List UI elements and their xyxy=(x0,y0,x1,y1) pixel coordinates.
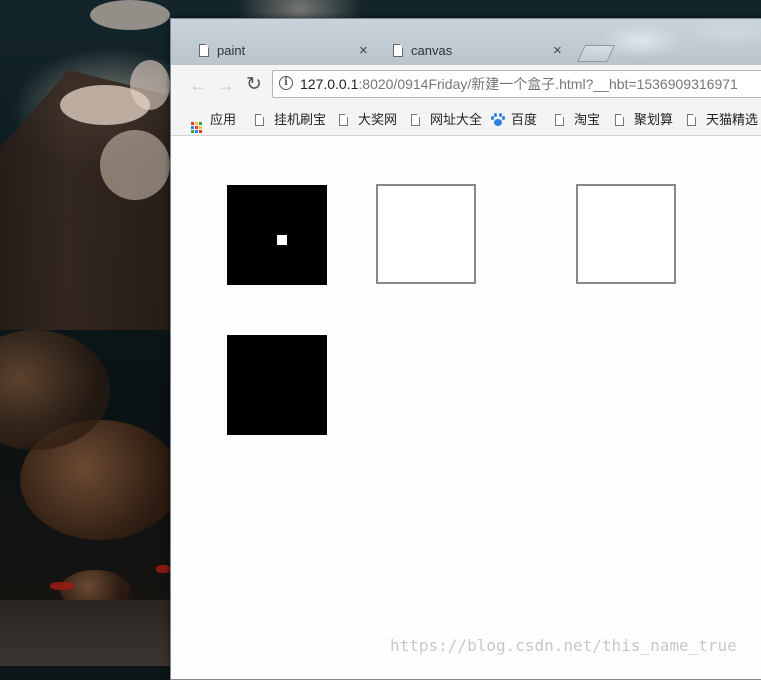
tab-title: paint xyxy=(217,43,246,58)
bookmark-tianmao[interactable]: 天猫精选 xyxy=(687,105,758,135)
white-dot xyxy=(277,235,287,245)
address-bar[interactable]: i 127.0.0.1:8020/0914Friday/新建一个盒子.html?… xyxy=(272,70,761,98)
bookmarks-bar: 应用 挂机刷宝 大奖网 网址大全 百度 淘宝 聚划算 天猫精选 xyxy=(171,105,761,136)
page-icon xyxy=(555,114,564,126)
bookmark-label: 淘宝 xyxy=(574,112,601,127)
bookmark-taobao[interactable]: 淘宝 xyxy=(555,105,600,135)
url-host: 127.0.0.1 xyxy=(300,76,359,92)
outlined-box xyxy=(576,184,676,284)
page-icon xyxy=(615,114,624,126)
url-path: :8020/0914Friday/新建一个盒子.html?__hbt=15369… xyxy=(358,76,738,92)
page-icon xyxy=(393,44,403,57)
bookmark-guaji[interactable]: 挂机刷宝 xyxy=(255,105,326,135)
info-icon[interactable]: i xyxy=(279,76,293,90)
wallpaper-lantern-glow xyxy=(156,565,170,573)
back-button[interactable]: ← xyxy=(187,74,209,96)
page-icon xyxy=(411,114,420,126)
bookmark-baidu[interactable]: 百度 xyxy=(491,105,537,135)
wallpaper-lantern-glow xyxy=(50,582,74,590)
wallpaper-path xyxy=(0,600,172,666)
close-tab-icon[interactable]: × xyxy=(553,37,562,65)
page-icon xyxy=(687,114,696,126)
bookmark-wangzhi[interactable]: 网址大全 xyxy=(411,105,482,135)
bookmark-label: 大奖网 xyxy=(358,112,398,127)
tab-title: canvas xyxy=(411,43,453,58)
black-box xyxy=(227,335,327,435)
apps-grid-icon xyxy=(191,122,202,133)
bookmark-label: 天猫精选 xyxy=(706,112,759,127)
outlined-box xyxy=(376,184,476,284)
tab-strip: paint × canvas × xyxy=(171,19,761,65)
browser-window: paint × canvas × ← → ↻ i 127.0.0.1:8020/… xyxy=(170,18,761,680)
wallpaper-blossom xyxy=(130,60,170,110)
page-icon xyxy=(255,114,264,126)
page-icon xyxy=(199,44,209,57)
browser-toolbar: ← → ↻ i 127.0.0.1:8020/0914Friday/新建一个盒子… xyxy=(171,65,761,105)
baidu-paw-icon xyxy=(491,113,505,126)
bookmark-juhuasuan[interactable]: 聚划算 xyxy=(615,105,673,135)
wallpaper-blossom xyxy=(90,0,170,30)
black-box xyxy=(227,185,327,285)
url-text[interactable]: 127.0.0.1:8020/0914Friday/新建一个盒子.html?__… xyxy=(300,71,738,97)
watermark-text: https://blog.csdn.net/this_name_true xyxy=(390,636,737,655)
tab-paint[interactable]: paint × xyxy=(191,37,376,65)
wallpaper-blossom xyxy=(100,130,170,200)
tab-canvas[interactable]: canvas × xyxy=(385,37,570,65)
close-tab-icon[interactable]: × xyxy=(359,37,368,65)
bookmark-label: 聚划算 xyxy=(634,112,674,127)
page-icon xyxy=(339,114,348,126)
bookmark-dajiang[interactable]: 大奖网 xyxy=(339,105,397,135)
bookmark-label: 挂机刷宝 xyxy=(274,112,327,127)
bookmark-label: 网址大全 xyxy=(430,112,483,127)
page-viewport xyxy=(171,136,761,679)
bookmark-apps[interactable]: 应用 xyxy=(191,105,236,135)
arrow-left-icon: ← xyxy=(189,75,207,95)
bookmark-label: 应用 xyxy=(210,112,237,127)
reload-button[interactable]: ↻ xyxy=(243,74,265,96)
arrow-right-icon: → xyxy=(217,75,235,95)
bookmark-label: 百度 xyxy=(511,112,538,127)
reload-icon: ↻ xyxy=(246,74,262,95)
forward-button[interactable]: → xyxy=(215,74,237,96)
